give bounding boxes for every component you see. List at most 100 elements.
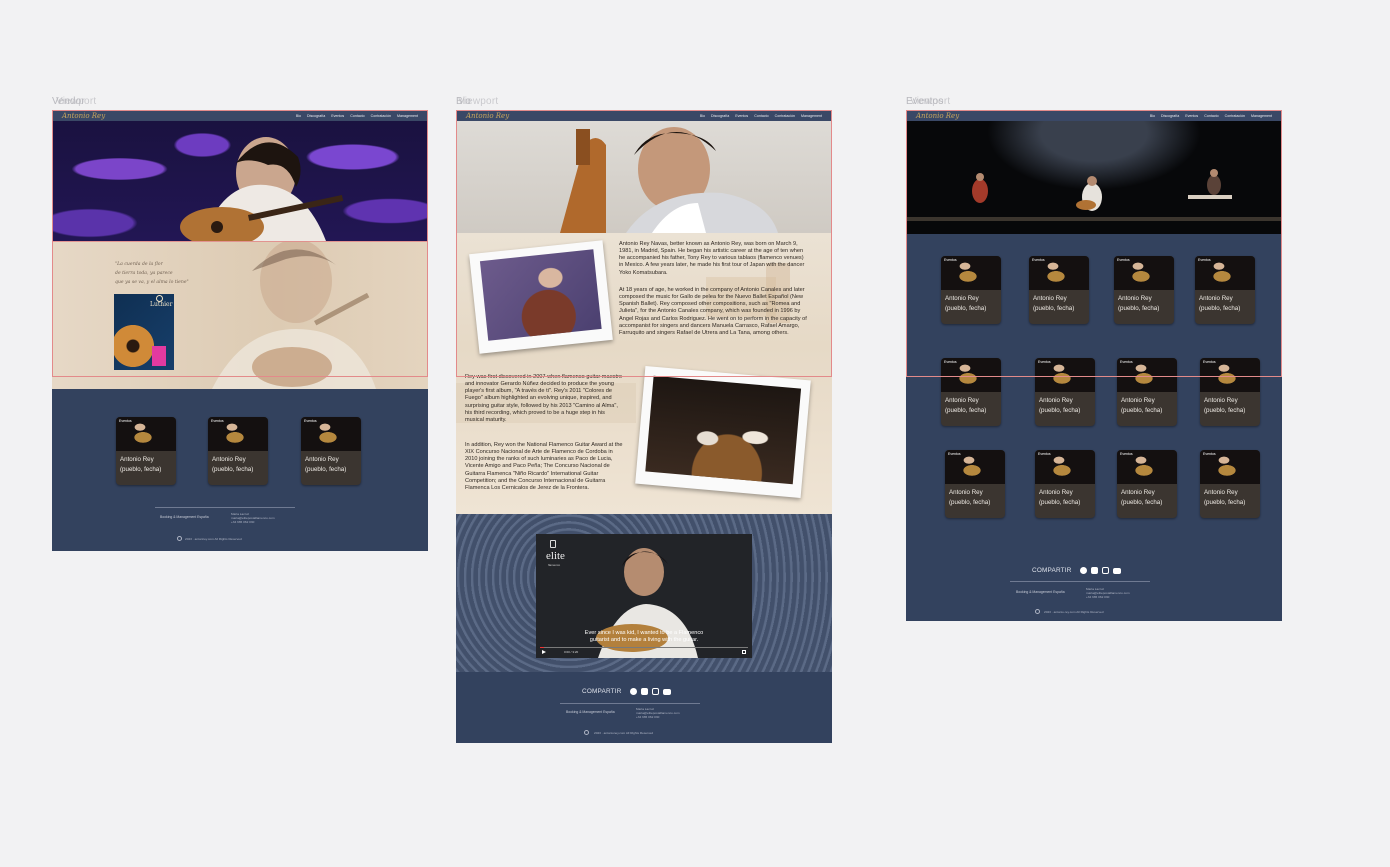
event-card[interactable]: Eventos Antonio Rey (pueblo, fecha) bbox=[1200, 358, 1260, 426]
footer-divider bbox=[155, 507, 295, 508]
video-brand: elite bbox=[546, 550, 565, 562]
nav-link-eventos[interactable]: Eventos bbox=[1185, 114, 1198, 118]
top-nav: Antonio Rey Bio Discografía Eventos Cont… bbox=[906, 110, 1282, 121]
nav-link-management[interactable]: Management bbox=[1251, 114, 1272, 118]
frame-label-b: Viewport bbox=[458, 96, 499, 107]
nav-link-discografia[interactable]: Discografía bbox=[307, 114, 325, 118]
facebook-icon[interactable] bbox=[1079, 567, 1087, 574]
eventos-frame: Antonio Rey Bio Discografía Eventos Cont… bbox=[906, 110, 1282, 621]
facebook-icon[interactable] bbox=[629, 688, 637, 695]
nav-link-bio[interactable]: Bio bbox=[296, 114, 301, 118]
quote-line: "La cuerda de la flor bbox=[115, 262, 163, 267]
video-progress-fill bbox=[540, 647, 545, 648]
contact-phone: +34 665 062 030 bbox=[636, 715, 660, 720]
album-cover[interactable]: Luthier bbox=[114, 294, 174, 370]
event-card[interactable]: Eventos Antonio Rey (pueblo, fecha) bbox=[1114, 256, 1174, 324]
album-pink-badge bbox=[152, 346, 166, 366]
site-logo[interactable]: Antonio Rey bbox=[916, 112, 959, 120]
event-caption: Antonio Rey (pueblo, fecha) bbox=[945, 397, 987, 414]
event-tag: Eventos bbox=[1032, 258, 1045, 262]
footer-contact: Marta Lacruz marta@elitepostaflamenco.co… bbox=[636, 707, 680, 719]
twitter-icon[interactable] bbox=[1090, 567, 1098, 574]
polaroid-photo bbox=[645, 375, 802, 485]
share-bar: COMPARTIR bbox=[582, 688, 671, 695]
event-card[interactable]: Eventos Antonio Rey (pueblo, fecha) bbox=[301, 417, 361, 485]
event-tag: Eventos bbox=[944, 258, 957, 262]
site-logo[interactable]: Antonio Rey bbox=[62, 112, 105, 120]
event-tag: Eventos bbox=[1038, 452, 1051, 456]
youtube-icon[interactable] bbox=[1112, 567, 1121, 574]
event-card[interactable]: Eventos Antonio Rey (pueblo, fecha) bbox=[1035, 450, 1095, 518]
event-caption: Antonio Rey (pueblo, fecha) bbox=[1204, 397, 1246, 414]
hero-image bbox=[52, 121, 428, 241]
instagram-icon[interactable] bbox=[1101, 567, 1109, 574]
nav-link-eventos[interactable]: Eventos bbox=[331, 114, 344, 118]
footer-booking: Booking & Management España bbox=[1016, 590, 1065, 594]
portrait-illustration bbox=[560, 127, 778, 233]
footer-booking: Booking & Management España bbox=[160, 515, 209, 519]
event-card[interactable]: Eventos Antonio Rey (pueblo, fecha) bbox=[1029, 256, 1089, 324]
video-time: 0:00 / 3:20 bbox=[564, 650, 579, 654]
nav-link-management[interactable]: Management bbox=[397, 114, 418, 118]
event-tag: Eventos bbox=[1120, 452, 1133, 456]
nav-link-contacto[interactable]: Contacto bbox=[1204, 114, 1218, 118]
event-tag: Eventos bbox=[1038, 360, 1051, 364]
top-nav: Antonio Rey Bio Discografía Eventos Cont… bbox=[52, 110, 428, 121]
nav-links: Bio Discografía Eventos Contacto Contrat… bbox=[700, 114, 822, 118]
copyright-icon bbox=[1035, 609, 1040, 614]
album-guitar bbox=[114, 320, 156, 370]
nav-link-management[interactable]: Management bbox=[801, 114, 822, 118]
event-card[interactable]: Eventos Antonio Rey (pueblo, fecha) bbox=[1117, 358, 1177, 426]
event-tag: Eventos bbox=[1117, 258, 1130, 262]
play-icon[interactable] bbox=[542, 650, 546, 654]
bio-hero-image bbox=[456, 121, 832, 233]
nav-link-contacto[interactable]: Contacto bbox=[350, 114, 364, 118]
event-card[interactable]: Eventos Antonio Rey (pueblo, fecha) bbox=[208, 417, 268, 485]
footer-divider bbox=[560, 703, 700, 704]
footer-copyright: 2023 · antonirey.com All Rights Reserved bbox=[185, 537, 242, 541]
event-card[interactable]: Eventos Antonio Rey (pueblo, fecha) bbox=[116, 417, 176, 485]
video-progress-bar[interactable] bbox=[540, 647, 748, 648]
frame-label-b: Viewport bbox=[910, 96, 951, 107]
event-caption: Antonio Rey (pueblo, fecha) bbox=[120, 456, 162, 473]
footer-booking: Booking & Management España bbox=[566, 710, 615, 714]
youtube-icon[interactable] bbox=[662, 688, 671, 695]
nav-link-discografia[interactable]: Discografía bbox=[711, 114, 729, 118]
faded-portrait bbox=[212, 241, 376, 389]
event-card[interactable]: Eventos Antonio Rey (pueblo, fecha) bbox=[941, 358, 1001, 426]
nav-link-contratacion[interactable]: Contratación bbox=[1225, 114, 1245, 118]
nav-link-eventos[interactable]: Eventos bbox=[735, 114, 748, 118]
share-bar: COMPARTIR bbox=[1032, 567, 1121, 574]
event-caption: Antonio Rey (pueblo, fecha) bbox=[1204, 489, 1246, 506]
quote-section: "La cuerda de la flor de tierra toda, ya… bbox=[52, 241, 428, 389]
nav-link-discografia[interactable]: Discografía bbox=[1161, 114, 1179, 118]
event-card[interactable]: Eventos Antonio Rey (pueblo, fecha) bbox=[1195, 256, 1255, 324]
event-card[interactable]: Eventos Antonio Rey (pueblo, fecha) bbox=[941, 256, 1001, 324]
home-frame: Antonio Rey Bio Discografía Eventos Cont… bbox=[52, 110, 428, 551]
nav-link-bio[interactable]: Bio bbox=[700, 114, 705, 118]
video-player[interactable]: elite flamenco Ever since I was kid, I w… bbox=[536, 534, 752, 658]
instagram-icon[interactable] bbox=[651, 688, 659, 695]
contact-phone: +34 665 062 030 bbox=[1086, 595, 1110, 600]
nav-links: Bio Discografía Eventos Contacto Contrat… bbox=[1150, 114, 1272, 118]
event-card[interactable]: Eventos Antonio Rey (pueblo, fecha) bbox=[1117, 450, 1177, 518]
bio-paragraph-3: Rey was first discovered in 2007 when fl… bbox=[465, 374, 623, 423]
event-tag: Eventos bbox=[211, 419, 224, 423]
event-card[interactable]: Eventos Antonio Rey (pueblo, fecha) bbox=[1200, 450, 1260, 518]
event-caption: Antonio Rey (pueblo, fecha) bbox=[1199, 295, 1241, 312]
event-caption: Antonio Rey (pueblo, fecha) bbox=[1033, 295, 1075, 312]
nav-link-contratacion[interactable]: Contratación bbox=[371, 114, 391, 118]
nav-link-bio[interactable]: Bio bbox=[1150, 114, 1155, 118]
fullscreen-icon[interactable] bbox=[742, 650, 746, 654]
video-brand-icon bbox=[550, 540, 556, 548]
nav-link-contacto[interactable]: Contacto bbox=[754, 114, 768, 118]
event-caption: Antonio Rey (pueblo, fecha) bbox=[1121, 397, 1163, 414]
bio-section: Antonio Rey Navas, better known as Anton… bbox=[456, 233, 832, 514]
polaroid-concert bbox=[635, 365, 811, 499]
twitter-icon[interactable] bbox=[640, 688, 648, 695]
copyright-icon bbox=[177, 536, 182, 541]
event-card[interactable]: Eventos Antonio Rey (pueblo, fecha) bbox=[1035, 358, 1095, 426]
nav-link-contratacion[interactable]: Contratación bbox=[775, 114, 795, 118]
event-card[interactable]: Eventos Antonio Rey (pueblo, fecha) bbox=[945, 450, 1005, 518]
site-logo[interactable]: Antonio Rey bbox=[466, 112, 509, 120]
